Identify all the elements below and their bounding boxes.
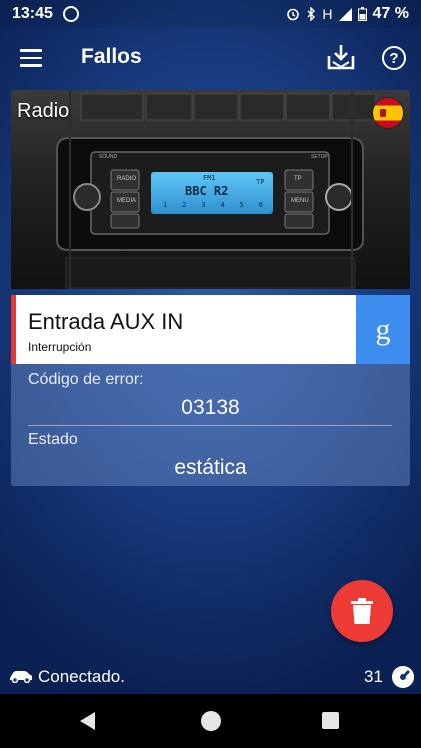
whatsapp-icon <box>62 6 79 22</box>
system-nav-bar <box>0 694 421 748</box>
alarm-icon <box>287 8 300 21</box>
google-icon: g <box>375 312 391 346</box>
error-title: Entrada AUX IN <box>28 309 184 334</box>
bluetooth-icon <box>307 7 316 21</box>
recent-apps-icon[interactable] <box>322 712 339 729</box>
lcd-presets: 1 2 3 4 5 6 <box>163 201 263 209</box>
google-search-button[interactable]: g <box>356 295 410 364</box>
page-title: Fallos <box>81 45 142 68</box>
lcd-preset: 4 <box>220 201 225 209</box>
state-value: estática <box>174 456 247 479</box>
radio-label-sound: SOUND <box>99 154 118 160</box>
lcd-preset: 6 <box>258 201 263 209</box>
error-code-value: 03138 <box>181 396 240 419</box>
connection-status: Conectado. <box>38 667 125 686</box>
home-icon[interactable] <box>201 711 221 731</box>
radio-label-tp: TP <box>294 176 302 182</box>
car-icon <box>10 671 32 683</box>
trash-icon <box>351 598 373 624</box>
menu-icon[interactable] <box>20 49 42 67</box>
state-label: Estado <box>28 431 78 448</box>
lcd-preset: 5 <box>239 201 244 209</box>
lcd-preset: 2 <box>182 201 187 209</box>
radio-label-setup: SETUP <box>311 154 328 160</box>
error-header[interactable]: Entrada AUX IN Interrupción g <box>11 295 410 364</box>
delete-button[interactable] <box>331 580 393 642</box>
status-icons: H 47 % <box>286 5 409 23</box>
lcd-preset: 3 <box>201 201 206 209</box>
error-subtitle: Interrupción <box>28 340 92 354</box>
lcd-band: FM1 <box>203 174 216 182</box>
gauge-icon <box>392 666 414 688</box>
spain-flag-icon[interactable] <box>373 98 403 128</box>
error-details-card: Código de error: 03138 Estado estática <box>11 364 410 486</box>
help-icon[interactable]: ? <box>382 46 406 70</box>
back-icon[interactable] <box>80 712 96 730</box>
status-time: 13:45 <box>12 5 53 22</box>
download-icon[interactable] <box>327 44 355 70</box>
fault-count: 31 <box>364 667 383 686</box>
lcd-station: BBC R2 <box>185 184 229 198</box>
network-type: H <box>322 6 333 22</box>
module-image-card: RADIO MEDIA TP MENU SOUND SETUP FM1 TP B… <box>11 90 410 289</box>
status-bar: 13:45 H 47 % <box>0 0 421 28</box>
signal-icon <box>338 7 352 21</box>
radio-label-media: MEDIA <box>117 198 137 204</box>
battery-level: 47 % <box>372 5 409 22</box>
lcd-tp: TP <box>256 178 265 186</box>
error-code-label: Código de error: <box>28 371 144 388</box>
app-bar: Fallos ? <box>0 28 421 88</box>
lcd-preset: 1 <box>163 201 168 209</box>
divider <box>28 425 392 426</box>
module-title: Radio <box>17 100 70 122</box>
battery-icon <box>357 7 367 21</box>
connection-footer: Conectado. 31 <box>0 660 421 694</box>
radio-label-menu: MENU <box>291 198 309 204</box>
radio-label-radio: RADIO <box>117 176 137 182</box>
